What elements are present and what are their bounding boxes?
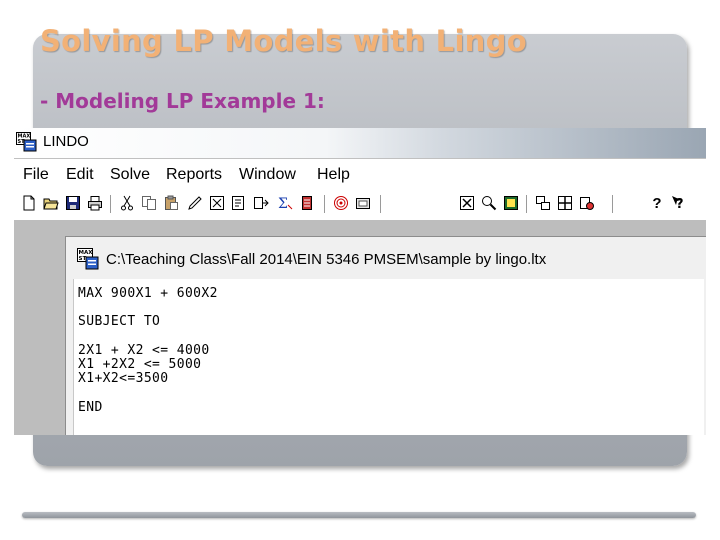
slide-divider: [22, 512, 696, 518]
document-window: MAX ST C:\Teaching Class\Fall 2014\EIN 5…: [65, 236, 706, 435]
close-all-icon[interactable]: [458, 193, 476, 213]
menu-edit[interactable]: Edit: [66, 166, 94, 184]
open-folder-icon[interactable]: [42, 193, 60, 213]
help-icon[interactable]: ?: [648, 193, 666, 213]
toolbar-separator: [380, 195, 381, 213]
max-st-app-icon[interactable]: MAX ST: [16, 132, 37, 152]
toolbar-separator: [324, 195, 325, 213]
print-icon[interactable]: [86, 193, 104, 213]
context-help-icon[interactable]: ?: [670, 193, 688, 213]
constraint-line: X1+X2<=3500: [78, 371, 169, 386]
find-icon[interactable]: [230, 193, 248, 213]
svg-text:ST: ST: [79, 256, 87, 262]
objective-line: MAX 900X1 + 600X2: [78, 286, 218, 301]
slide-subtitle: - Modeling LP Example 1:: [40, 89, 325, 113]
app-titlebar[interactable]: MAX ST LINDO: [14, 128, 706, 158]
constraint-line: 2X1 + X2 <= 4000: [78, 343, 210, 358]
document-titlebar[interactable]: MAX ST C:\Teaching Class\Fall 2014\EIN 5…: [66, 237, 706, 279]
tile-icon[interactable]: [556, 193, 574, 213]
toolbar: Σ ? ?: [14, 189, 706, 221]
document-title: C:\Teaching Class\Fall 2014\EIN 5346 PMS…: [106, 251, 547, 268]
toolbar-separator: [110, 195, 111, 213]
menu-window[interactable]: Window: [239, 166, 296, 184]
toolbar-separator: [526, 195, 527, 213]
report-icon[interactable]: [298, 193, 316, 213]
menu-file[interactable]: File: [23, 166, 49, 184]
menu-help[interactable]: Help: [317, 166, 350, 184]
save-icon[interactable]: [64, 193, 82, 213]
send-icon[interactable]: [578, 193, 596, 213]
app-title: LINDO: [43, 133, 89, 150]
svg-text:Σ: Σ: [278, 196, 288, 211]
model-editor[interactable]: MAX 900X1 + 600X2 SUBJECT TO 2X1 + X2 <=…: [73, 279, 704, 435]
solve-sum-icon[interactable]: Σ: [276, 193, 294, 213]
menu-bar: File Edit Solve Reports Window Help: [14, 159, 706, 189]
graph-icon[interactable]: [502, 193, 520, 213]
menu-reports[interactable]: Reports: [166, 166, 222, 184]
max-st-doc-icon[interactable]: MAX ST: [77, 248, 99, 270]
new-file-icon[interactable]: [20, 193, 38, 213]
delete-icon[interactable]: [208, 193, 226, 213]
zoom-icon[interactable]: [480, 193, 498, 213]
constraint-line: X1 +2X2 <= 5000: [78, 357, 202, 372]
copy-icon[interactable]: [140, 193, 158, 213]
target-icon[interactable]: [332, 193, 350, 213]
subject-to-line: SUBJECT TO: [78, 314, 161, 329]
lindo-window: MAX ST LINDO File Edit Solve Reports Win…: [14, 128, 706, 435]
cut-icon[interactable]: [118, 193, 136, 213]
picture-icon[interactable]: [354, 193, 372, 213]
toolbar-separator: [612, 195, 613, 213]
cascade-icon[interactable]: [534, 193, 552, 213]
go-to-icon[interactable]: [252, 193, 270, 213]
end-line: END: [78, 400, 103, 415]
paste-icon[interactable]: [162, 193, 180, 213]
slide-title: Solving LP Models with Lingo: [40, 24, 527, 58]
menu-solve[interactable]: Solve: [110, 166, 150, 184]
undo-icon[interactable]: [186, 193, 204, 213]
